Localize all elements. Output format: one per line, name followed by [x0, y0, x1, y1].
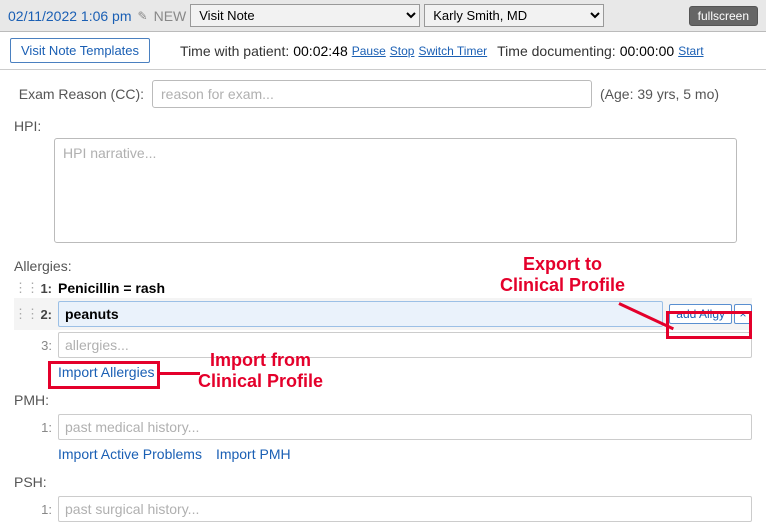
hpi-label: HPI: — [14, 118, 752, 134]
age-display: (Age: 39 yrs, 5 mo) — [600, 86, 719, 102]
row-number: 1: — [34, 502, 52, 517]
datetime-display[interactable]: 02/11/2022 1:06 pm — [8, 8, 132, 24]
time-with-patient-value: 00:02:48 — [293, 43, 348, 59]
allergy-row: ⋮⋮ 1: Penicillin = rash — [14, 278, 752, 298]
time-with-patient-label: Time with patient: — [180, 43, 289, 59]
cc-row: Exam Reason (CC): (Age: 39 yrs, 5 mo) — [14, 80, 752, 108]
psh-input[interactable] — [58, 496, 752, 522]
row-number: 1: — [34, 420, 52, 435]
note-type-select[interactable]: Visit Note — [190, 4, 420, 27]
time-documenting-label: Time documenting: — [497, 43, 616, 59]
drag-handle-icon[interactable]: ⋮⋮ — [14, 280, 28, 296]
pencil-icon[interactable]: ✎ — [138, 9, 148, 23]
visit-note-templates-button[interactable]: Visit Note Templates — [10, 38, 150, 63]
cc-label: Exam Reason (CC): — [14, 86, 144, 102]
top-bar: 02/11/2022 1:06 pm ✎ NEW Visit Note Karl… — [0, 0, 766, 32]
row-number: 3: — [34, 338, 52, 353]
allergy-new-row: 3: — [14, 330, 752, 360]
psh-label: PSH: — [14, 474, 752, 490]
add-allergy-wrap: add Allgy × — [669, 304, 752, 324]
provider-select[interactable]: Karly Smith, MD — [424, 4, 604, 27]
switch-timer-link[interactable]: Switch Timer — [418, 44, 487, 58]
allergy-row-active: ⋮⋮ 2: add Allgy × — [14, 298, 752, 330]
remove-allergy-button[interactable]: × — [734, 304, 752, 324]
allergy-text[interactable]: Penicillin = rash — [58, 280, 752, 296]
new-label: NEW — [154, 8, 187, 24]
allergies-label: Allergies: — [14, 258, 752, 274]
pmh-row: 1: — [14, 412, 752, 442]
row-number: 1: — [34, 281, 52, 296]
drag-handle-icon[interactable]: ⋮⋮ — [14, 306, 28, 322]
pause-link[interactable]: Pause — [352, 44, 386, 58]
allergy-new-input[interactable] — [58, 332, 752, 358]
content-area: Exam Reason (CC): (Age: 39 yrs, 5 mo) HP… — [0, 70, 766, 526]
allergy-input[interactable] — [58, 301, 663, 327]
import-allergies-link[interactable]: Import Allergies — [58, 364, 154, 380]
stop-link[interactable]: Stop — [390, 44, 415, 58]
pmh-input[interactable] — [58, 414, 752, 440]
hpi-textarea[interactable] — [54, 138, 737, 243]
psh-row: 1: — [14, 494, 752, 524]
row-number: 2: — [34, 307, 52, 322]
cc-input[interactable] — [152, 80, 592, 108]
import-active-problems-link[interactable]: Import Active Problems — [58, 446, 202, 462]
import-pmh-link[interactable]: Import PMH — [216, 446, 291, 462]
pmh-label: PMH: — [14, 392, 752, 408]
toolbar: Visit Note Templates Time with patient: … — [0, 32, 766, 70]
add-allergy-button[interactable]: add Allgy — [669, 304, 732, 324]
fullscreen-button[interactable]: fullscreen — [689, 6, 758, 26]
start-link[interactable]: Start — [678, 44, 703, 58]
time-documenting-value: 00:00:00 — [620, 43, 675, 59]
